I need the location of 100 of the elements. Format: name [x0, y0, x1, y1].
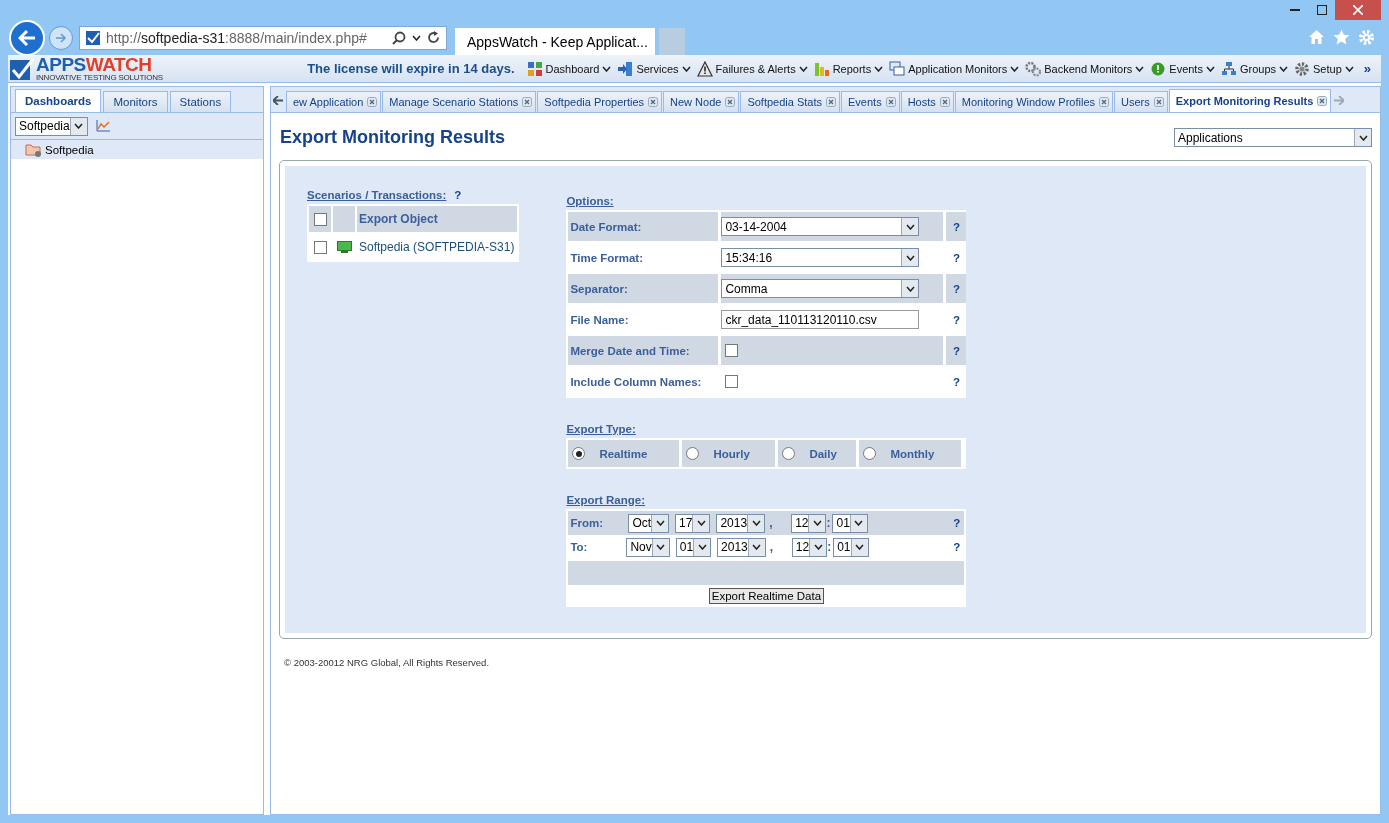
radio-button[interactable] — [782, 447, 796, 460]
field-label: Time Format: — [569, 250, 645, 266]
tab[interactable]: Manage Scenario Stations — [382, 91, 537, 112]
tab[interactable]: Monitoring Window Profiles — [954, 91, 1114, 112]
tab[interactable]: Softpedia Properties — [537, 91, 663, 112]
close-icon[interactable] — [1153, 97, 1164, 107]
tab[interactable]: Users — [1114, 91, 1168, 112]
radio-label: Hourly — [712, 447, 750, 460]
hour-select[interactable]: 12 — [791, 513, 827, 533]
month-select[interactable]: Nov — [626, 537, 670, 557]
caret-icon — [696, 520, 706, 526]
radio-button[interactable] — [572, 447, 586, 460]
menu-item[interactable]: Services — [617, 60, 691, 77]
close-icon[interactable] — [522, 97, 533, 107]
radio-button[interactable] — [863, 447, 877, 460]
hour-select[interactable]: 12 — [791, 537, 828, 557]
tab[interactable]: Monitors — [103, 91, 168, 112]
menu-item[interactable]: Groups — [1220, 60, 1288, 77]
license-notice: The license will expire in 14 days. — [306, 61, 516, 76]
close-button[interactable] — [1335, 0, 1381, 20]
help-link[interactable]: ? — [952, 282, 960, 295]
close-icon[interactable] — [826, 97, 836, 107]
view-select[interactable]: Applications — [1174, 128, 1372, 147]
menu-item[interactable]: Reports — [813, 60, 884, 77]
caret-icon — [74, 123, 84, 129]
caret-icon — [905, 285, 915, 292]
close-icon[interactable] — [648, 97, 659, 107]
menu-item[interactable]: Backend Monitors — [1025, 60, 1145, 77]
help-link[interactable]: ? — [952, 375, 960, 388]
close-icon[interactable] — [725, 97, 736, 107]
day-select[interactable]: 01 — [675, 537, 712, 557]
help-link[interactable]: ? — [952, 344, 960, 357]
menu-item[interactable]: Application Monitors — [889, 60, 1020, 77]
dashboard-select[interactable]: Softpedia — [15, 116, 88, 136]
dropdown[interactable]: 15:34:16 — [721, 248, 920, 267]
tab[interactable]: Events — [841, 91, 900, 112]
menu-item[interactable]: Dashboard — [526, 60, 612, 77]
tab[interactable]: Stations — [169, 91, 232, 112]
minute-select[interactable]: 01 — [832, 513, 868, 533]
column-header: Export Object — [357, 206, 518, 232]
close-icon[interactable] — [367, 97, 378, 107]
chart-icon[interactable] — [95, 120, 110, 132]
export-button[interactable]: Export Realtime Data — [708, 588, 825, 604]
menu-item[interactable]: Events — [1150, 60, 1215, 77]
month-select[interactable]: Oct — [628, 513, 670, 533]
logo-icon — [10, 57, 34, 80]
help-link[interactable]: ? — [952, 313, 960, 326]
tab[interactable]: Dashboards — [15, 89, 102, 112]
help-link[interactable]: ? — [952, 251, 960, 264]
minute-select[interactable]: 01 — [833, 537, 869, 557]
menu-item[interactable]: Setup — [1294, 60, 1354, 77]
tab[interactable]: New Node — [663, 91, 740, 112]
year-select[interactable]: 2013 — [716, 513, 766, 533]
minimize-icon — [1289, 9, 1300, 11]
refresh-icon[interactable] — [427, 31, 440, 44]
tree-item[interactable]: Softpedia — [11, 140, 263, 159]
caret-icon — [1135, 65, 1145, 72]
caret-icon — [751, 520, 761, 526]
table-cell[interactable]: Softpedia (SOFTPEDIA-S31) — [357, 234, 518, 260]
checkbox[interactable] — [725, 344, 739, 357]
help-link[interactable]: ? — [952, 220, 960, 233]
close-icon[interactable] — [885, 97, 896, 107]
caret-icon — [874, 65, 884, 72]
tab[interactable]: Export Monitoring Results — [1168, 89, 1332, 112]
browser-tab[interactable]: AppsWatch - Keep Applicat... — [455, 28, 655, 55]
menu-item[interactable]: Failures & Alerts — [696, 60, 808, 77]
help-link[interactable]: ? — [454, 189, 462, 201]
search-icon[interactable] — [392, 30, 406, 45]
close-icon[interactable] — [939, 97, 950, 107]
dropdown[interactable]: Comma — [721, 279, 920, 298]
close-icon[interactable] — [1317, 96, 1328, 106]
tab[interactable]: Softpedia Stats — [740, 91, 840, 112]
dropdown-icon — [412, 34, 421, 41]
help-link[interactable]: ? — [953, 541, 965, 553]
caret-icon — [1279, 65, 1288, 72]
dropdown[interactable]: 03-14-2004 — [721, 217, 920, 236]
star-icon[interactable] — [1333, 29, 1350, 45]
radio-label: Daily — [808, 447, 837, 460]
radio-button[interactable] — [686, 447, 700, 460]
checkbox[interactable] — [313, 240, 327, 254]
logo-text: APPSWATCH — [36, 55, 153, 74]
page-title: Export Monitoring Results — [279, 127, 505, 148]
file-name-field[interactable]: ckr_data_110113120110.csv — [721, 310, 920, 329]
help-link[interactable]: ? — [953, 517, 965, 529]
checkbox[interactable] — [313, 212, 327, 226]
tab[interactable]: ew Application — [286, 91, 382, 112]
close-icon[interactable] — [1099, 97, 1110, 107]
back-button[interactable] — [9, 19, 45, 56]
day-select[interactable]: 17 — [675, 513, 711, 533]
close-icon — [1353, 5, 1363, 15]
overflow-button[interactable]: » — [1359, 61, 1375, 76]
checkbox[interactable] — [725, 375, 739, 388]
field-label: File Name: — [569, 312, 630, 328]
tab[interactable]: Hosts — [900, 91, 954, 112]
radio-label: Monthly — [889, 447, 935, 460]
gears-icon — [1025, 60, 1042, 77]
field-label: Include Column Names: — [569, 374, 703, 390]
forward-arrow-icon — [55, 32, 67, 43]
year-select[interactable]: 2013 — [717, 537, 766, 557]
address-bar[interactable]: http://softpedia-s31:8888/main/index.php# — [79, 25, 447, 50]
